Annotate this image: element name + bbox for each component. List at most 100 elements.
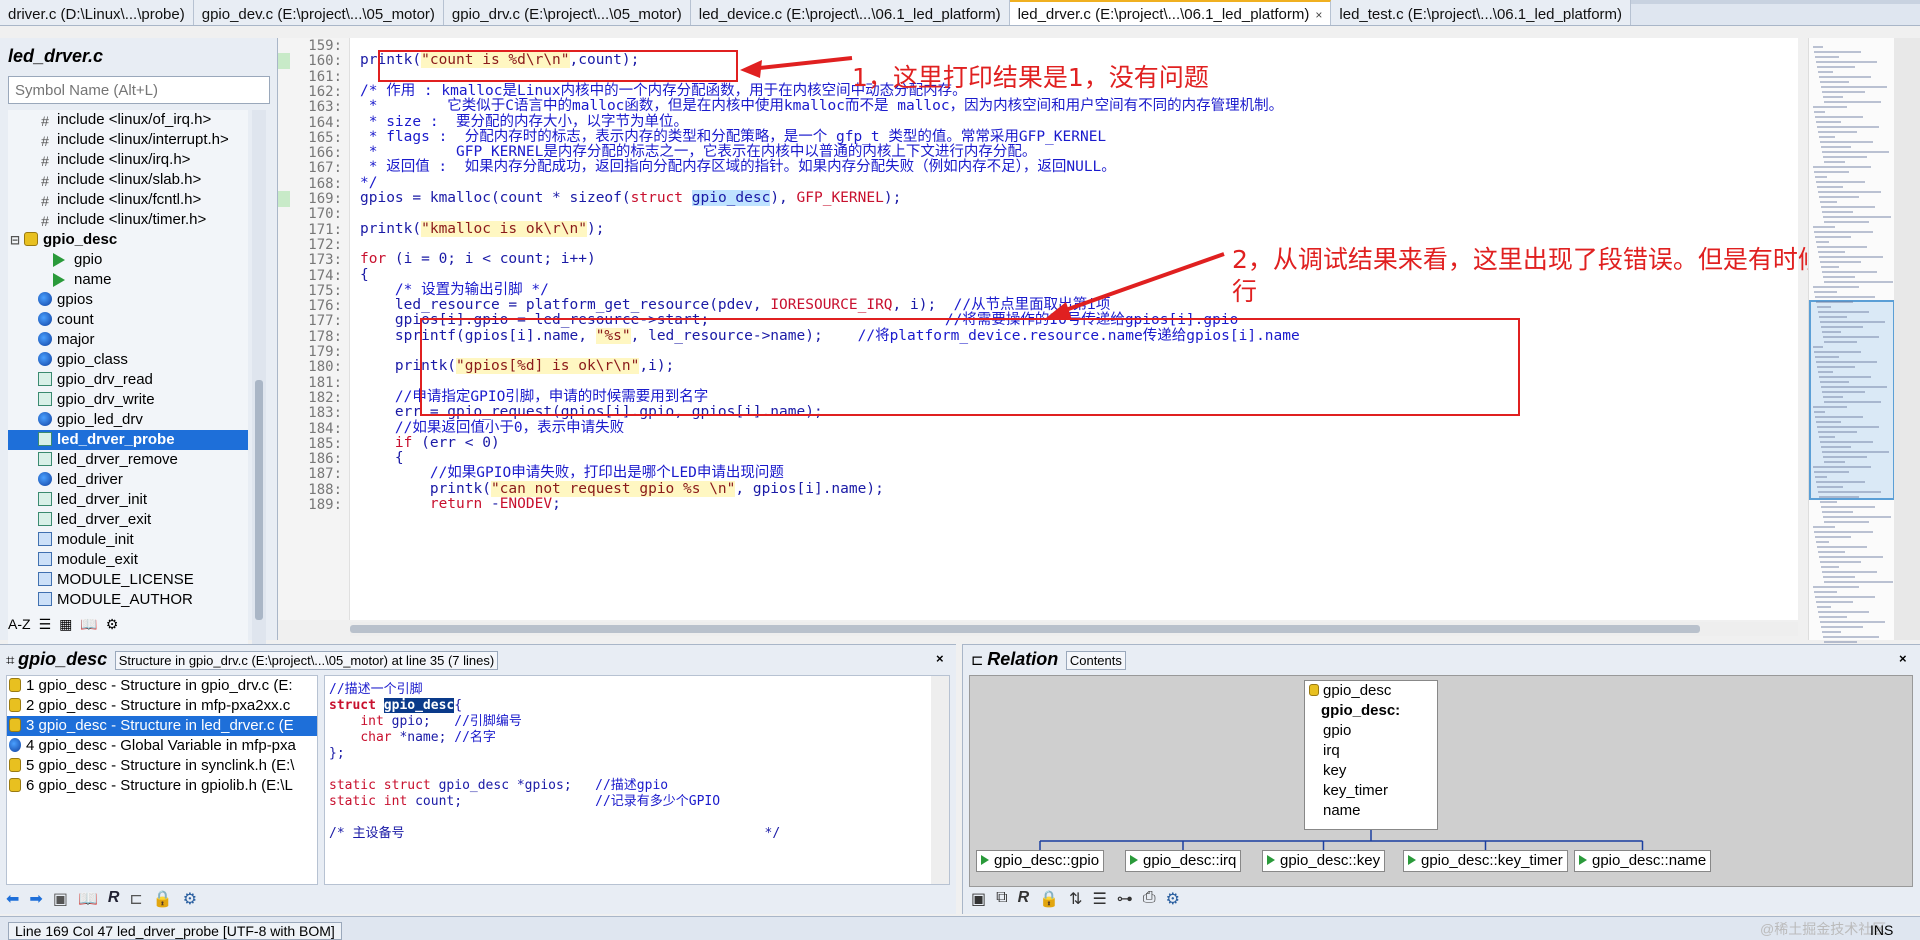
reference-item[interactable]: 2 gpio_desc - Structure in mfp-pxa2xx.c — [7, 696, 317, 716]
symbol-item[interactable]: # include <linux/fcntl.h> — [8, 190, 248, 210]
code-line[interactable]: printk("kmalloc is ok\r\n"); — [360, 220, 604, 238]
book-icon[interactable]: 📖 — [78, 889, 98, 909]
definition-preview[interactable]: //描述一个引脚 struct gpio_desc{ int gpio; //引脚… — [324, 675, 950, 885]
symbol-item[interactable]: major — [8, 330, 248, 350]
symbol-item[interactable]: gpio_led_drv — [8, 410, 248, 430]
code-line[interactable]: gpios = kmalloc(count * sizeof(struct gp… — [360, 189, 901, 207]
symbol-item[interactable]: # include <linux/timer.h> — [8, 210, 248, 230]
code-line[interactable]: * 返回值 : 如果内存分配成功，返回指向分配内存区域的指针。如果内存分配失败（… — [360, 158, 1116, 176]
symbol-item[interactable]: gpio_drv_read — [8, 370, 248, 390]
symbol-item[interactable]: led_drver_probe — [8, 430, 248, 450]
outline-icon[interactable]: ⊏ — [129, 889, 142, 909]
code-line[interactable]: for (i = 0; i < count; i++) — [360, 250, 596, 268]
reference-item[interactable]: 5 gpio_desc - Structure in synclink.h (E… — [7, 756, 317, 776]
symbol-item[interactable]: # include <linux/slab.h> — [8, 170, 248, 190]
symbol-item[interactable]: count — [8, 310, 248, 330]
gear-icon[interactable]: ⚙ — [106, 616, 119, 633]
minimap-line — [1821, 206, 1875, 208]
lock-icon[interactable]: 🔒 — [1039, 889, 1059, 909]
symbol-search-input[interactable] — [8, 76, 270, 104]
sync-icon[interactable]: ⇅ — [1069, 889, 1082, 909]
reference-item[interactable]: 4 gpio_desc - Global Variable in mfp-pxa — [7, 736, 317, 756]
file-tab[interactable]: gpio_drv.c (E:\project\...\05_motor) — [443, 0, 691, 25]
symbol-item[interactable]: led_drver_init — [8, 490, 248, 510]
file-tab[interactable]: led_test.c (E:\project\...\06.1_led_plat… — [1331, 0, 1632, 25]
file-tab[interactable]: led_device.c (E:\project\...\06.1_led_pl… — [690, 0, 1010, 25]
symbol-label: include <linux/slab.h> — [57, 171, 202, 188]
save-icon[interactable]: ▣ — [53, 889, 68, 909]
symbol-item[interactable]: MODULE_AUTHOR — [8, 590, 248, 610]
minimap-line — [1813, 406, 1847, 408]
symbol-item[interactable]: led_drver_exit — [8, 510, 248, 530]
list-icon[interactable]: ☰ — [39, 616, 52, 633]
preview-scrollbar[interactable] — [931, 676, 949, 884]
symbol-item[interactable]: module_exit — [8, 550, 248, 570]
minimap-line — [1820, 381, 1849, 383]
symbol-list-scrollbar[interactable] — [252, 110, 266, 646]
references-icon[interactable]: R — [108, 889, 120, 909]
back-arrow-icon[interactable]: ⬅ — [6, 889, 19, 909]
minimap-line — [1817, 246, 1867, 248]
reference-item[interactable]: 3 gpio_desc - Structure in led_drver.c (… — [7, 716, 317, 736]
symbol-list[interactable]: # include <linux/of_irq.h> # include <linux… — [8, 110, 248, 646]
relation-mode-tab[interactable]: Contents — [1065, 651, 1126, 670]
symbol-item[interactable]: gpio_drv_write — [8, 390, 248, 410]
line-number: 163: — [308, 99, 342, 116]
outline-icon[interactable]: ☰ — [1092, 889, 1106, 909]
graph-icon[interactable]: ⊶ — [1117, 889, 1133, 909]
minimap-line — [1813, 46, 1823, 48]
reference-item[interactable]: 6 gpio_desc - Structure in gpiolib.h (E:… — [7, 776, 317, 796]
symbol-item[interactable]: gpio_class — [8, 350, 248, 370]
symbol-item[interactable]: MODULE_LICENSE — [8, 570, 248, 590]
symbol-item[interactable]: # include <linux/interrupt.h> — [8, 130, 248, 150]
symbol-label: major — [57, 331, 95, 348]
save-icon[interactable]: ▣ — [971, 889, 986, 909]
symbol-item[interactable]: module_init — [8, 530, 248, 550]
reference-item[interactable]: 1 gpio_desc - Structure in gpio_drv.c (E… — [7, 676, 317, 696]
scrollbar-thumb[interactable] — [350, 625, 1700, 633]
tree-icon[interactable]: ▦ — [59, 616, 72, 633]
references-icon[interactable]: R — [1018, 889, 1030, 909]
minimap-line — [1818, 371, 1833, 373]
annotation-box-1 — [378, 50, 738, 82]
preview-line: struct gpio_desc{ — [329, 698, 463, 713]
symbol-item[interactable]: led_driver — [8, 470, 248, 490]
relation-graph[interactable]: gpio_desc gpio_desc: gpio irq key key_timer… — [969, 675, 1913, 887]
symbol-item[interactable]: # include <linux/irq.h> — [8, 150, 248, 170]
book-icon[interactable]: 📖 — [80, 616, 97, 633]
gear-icon[interactable]: ⚙ — [1166, 889, 1180, 909]
file-tab[interactable]: driver.c (D:\Linux\...\probe) — [0, 0, 194, 25]
line-number: 175: — [308, 282, 342, 299]
line-number: 189: — [308, 497, 342, 513]
new-window-icon[interactable]: ⧉ — [996, 889, 1007, 909]
scrollbar-thumb[interactable] — [255, 380, 263, 620]
close-icon[interactable]: × — [1315, 8, 1322, 22]
file-tab[interactable]: gpio_dev.c (E:\project\...\05_motor) — [193, 0, 444, 25]
symbol-item[interactable]: gpios — [8, 290, 248, 310]
lock-icon[interactable]: 🔒 — [153, 889, 173, 909]
relation-child-node[interactable]: gpio_desc::key_timer — [1403, 850, 1568, 872]
relation-child-node[interactable]: gpio_desc::name — [1574, 850, 1712, 872]
symbol-item[interactable]: gpio — [8, 250, 248, 270]
forward-arrow-icon[interactable]: ➡ — [29, 889, 42, 909]
symbol-item[interactable]: ⊟ gpio_desc — [8, 230, 248, 250]
relation-child-node[interactable]: gpio_desc::irq — [1125, 850, 1242, 872]
minimap-viewport[interactable] — [1809, 300, 1895, 500]
relation-child-node[interactable]: gpio_desc::gpio — [976, 850, 1105, 872]
symbol-item[interactable]: name — [8, 270, 248, 290]
reference-list[interactable]: 1 gpio_desc - Structure in gpio_drv.c (E… — [6, 675, 318, 885]
file-tab[interactable]: led_drver.c (E:\project\...\06.1_led_pla… — [1009, 0, 1332, 25]
close-icon[interactable]: × — [1899, 651, 1907, 666]
symbol-item[interactable]: # include <linux/of_irq.h> — [8, 110, 248, 130]
code-line[interactable]: return -ENODEV; — [360, 495, 561, 513]
sort-az-button[interactable]: A-Z — [8, 616, 31, 632]
code-minimap[interactable] — [1808, 38, 1895, 643]
relation-child-node[interactable]: gpio_desc::key — [1262, 850, 1386, 872]
gear-icon[interactable]: ⚙ — [183, 889, 197, 909]
close-icon[interactable]: × — [936, 651, 944, 666]
editor-vertical-scrollbar[interactable] — [1894, 38, 1920, 640]
symbol-item[interactable]: led_drver_remove — [8, 450, 248, 470]
editor-horizontal-scrollbar[interactable] — [350, 622, 1798, 636]
collapse-toggle-icon[interactable]: ⊟ — [10, 230, 20, 250]
print-icon[interactable]: ⎙ — [1143, 889, 1156, 909]
